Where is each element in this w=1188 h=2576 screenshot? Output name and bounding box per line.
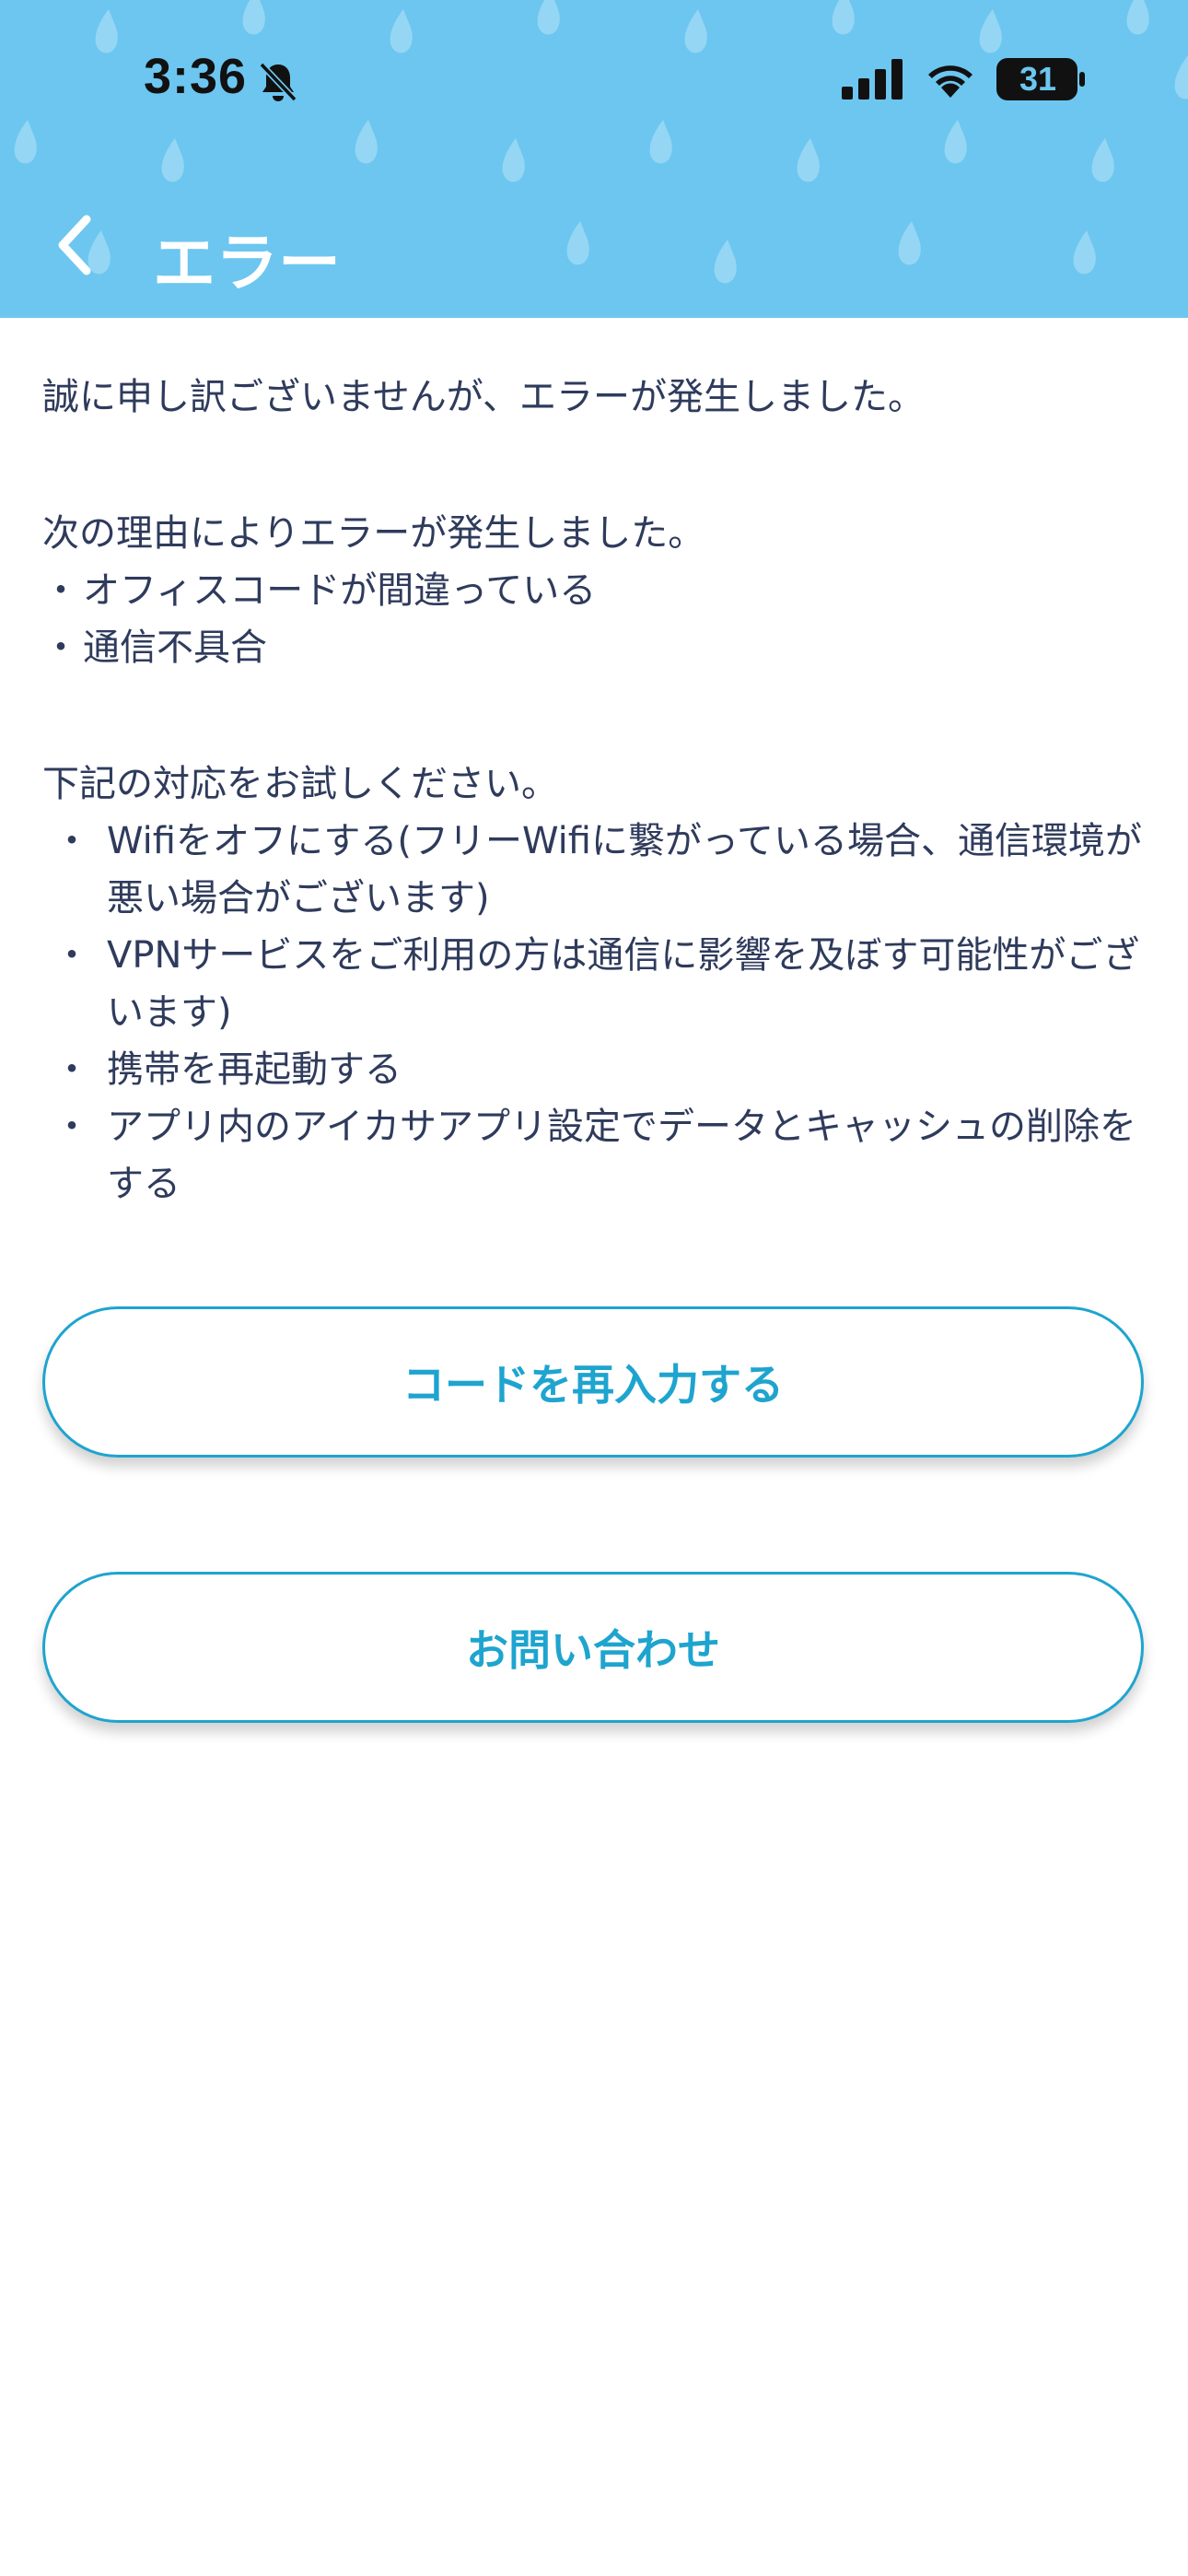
error-message: 誠に申し訳ございませんが、エラーが発生しました。 次の理由によりエラーが発生しま…	[42, 369, 1147, 1212]
action-text: 携帯を再起動する	[107, 1048, 402, 1091]
bullet: ・	[53, 934, 90, 977]
contact-label: お問い合わせ	[466, 1625, 720, 1675]
reenter-code-label: コードを再入力する	[402, 1360, 784, 1410]
cellular-signal-icon	[842, 59, 903, 100]
reason-item: ・ オフィスコードが間違っている	[42, 562, 1147, 619]
chevron-left-icon[interactable]	[50, 208, 105, 282]
action-item: ・ VPNサービスをご利用の方は通信に影響を及ぼす可能性がございます)	[42, 927, 1147, 1041]
action-item: ・ Wifiをオフにする(フリーWifiに繋がっている場合、通信環境が悪い場合が…	[42, 813, 1147, 927]
status-bar: 3:36 31	[0, 0, 1188, 166]
navigation-bar: エラー	[0, 175, 1188, 318]
header: 3:36 31 エラー	[0, 0, 1188, 318]
page-title: エラー	[153, 228, 342, 300]
bell-slash-icon	[259, 62, 297, 102]
battery-level: 31	[1019, 60, 1057, 98]
action-item: ・ アプリ内のアイカサアプリ設定でデータとキャッシュの削除をする	[42, 1098, 1147, 1212]
contact-button[interactable]: お問い合わせ	[42, 1572, 1144, 1723]
action-item: ・ 携帯を再起動する	[42, 1041, 1147, 1098]
actions-heading: 下記の対応をお試しください。	[42, 763, 558, 805]
reason-text: オフィスコードが間違っている	[83, 569, 597, 612]
bullet: ・	[53, 1048, 90, 1091]
intro-text: 誠に申し訳ございませんが、エラーが発生しました。	[42, 376, 925, 418]
action-text: Wifiをオフにする(フリーWifiに繋がっている場合、通信環境が悪い場合がござ…	[107, 820, 1142, 919]
bullet: ・	[42, 569, 79, 612]
reenter-code-button[interactable]: コードを再入力する	[42, 1306, 1144, 1458]
reason-item: ・ 通信不具合	[42, 619, 1147, 676]
action-text: アプリ内のアイカサアプリ設定でデータとキャッシュの削除をする	[107, 1106, 1136, 1205]
status-time: 3:36	[144, 49, 248, 104]
reasons-heading: 次の理由によりエラーが発生しました。	[42, 512, 705, 555]
bullet: ・	[42, 626, 79, 669]
reason-text: 通信不具合	[83, 626, 267, 669]
action-text: VPNサービスをご利用の方は通信に影響を及ぼす可能性がございます)	[107, 934, 1140, 1034]
bullet: ・	[53, 1106, 90, 1148]
bullet: ・	[53, 820, 90, 862]
wifi-icon	[928, 65, 973, 98]
